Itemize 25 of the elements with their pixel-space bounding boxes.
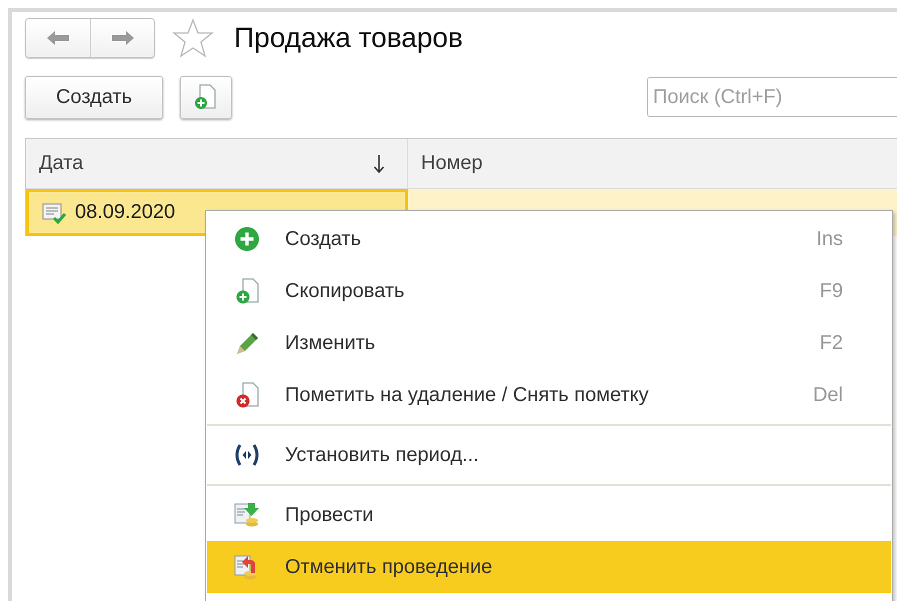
menu-item[interactable]: Отменить проведение bbox=[207, 541, 891, 593]
column-header[interactable]: Дата bbox=[26, 139, 408, 188]
menu-item[interactable]: Установить период... bbox=[207, 429, 891, 481]
column-header[interactable]: Номер bbox=[408, 139, 897, 188]
add-document-button[interactable] bbox=[180, 76, 232, 118]
menu-item[interactable]: Изменить F2 bbox=[207, 317, 891, 369]
right-arrow-icon bbox=[110, 28, 136, 46]
menu-item[interactable]: Пометить на удаление / Снять пометку Del bbox=[207, 369, 891, 421]
column-title: Номер bbox=[421, 152, 483, 175]
left-arrow-icon bbox=[45, 28, 71, 46]
document-plus-icon bbox=[194, 84, 218, 110]
star-icon[interactable] bbox=[172, 18, 214, 58]
plus-circle-icon bbox=[233, 225, 261, 253]
create-button[interactable]: Создать bbox=[25, 76, 163, 118]
shortcut-label: Del bbox=[812, 384, 843, 406]
forward-button[interactable] bbox=[90, 18, 154, 56]
menu-item[interactable]: Скопировать F9 bbox=[207, 265, 891, 317]
post-document-icon bbox=[233, 501, 261, 529]
menu-item[interactable]: Провести bbox=[207, 489, 891, 541]
shortcut-label: F2 bbox=[820, 332, 843, 354]
search-field[interactable]: Поиск (Ctrl+F) bbox=[647, 77, 897, 117]
shortcut-label: F9 bbox=[820, 280, 843, 302]
column-title: Дата bbox=[39, 152, 84, 175]
back-button[interactable] bbox=[26, 18, 90, 56]
window-title: Продажа товаров bbox=[234, 22, 463, 54]
